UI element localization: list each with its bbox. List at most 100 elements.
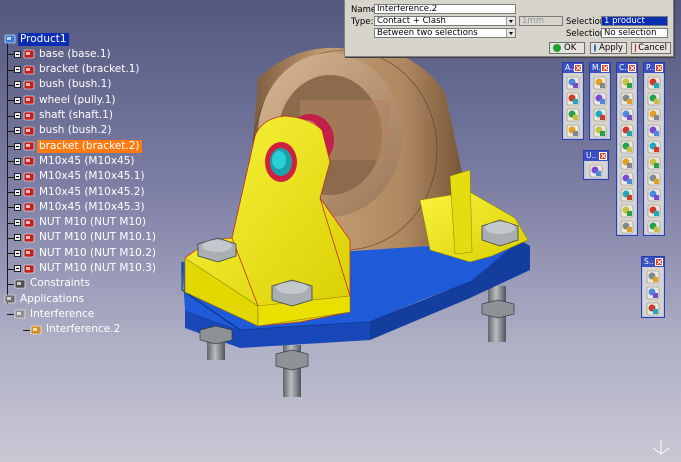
selection1-field[interactable]: 1 product	[601, 16, 668, 26]
toolbar-s[interactable]: S..	[641, 256, 665, 318]
tree-item-product1[interactable]: Product1	[4, 32, 69, 46]
tree-item-nut3[interactable]: NUT M10 (NUT M10.3)	[7, 262, 158, 276]
part-icon	[23, 94, 35, 106]
tree-connector	[7, 130, 14, 132]
toolbar-m[interactable]: M..	[589, 62, 611, 140]
tree-item-nut2[interactable]: NUT M10 (NUT M10.2)	[7, 246, 158, 260]
toolbar-a[interactable]: A..	[562, 62, 584, 140]
tree-item-label: base (base.1)	[39, 47, 111, 60]
product-icon	[4, 33, 16, 45]
ok-button[interactable]: OK	[549, 42, 585, 54]
close-icon[interactable]	[601, 64, 609, 72]
expand-toggle[interactable]	[14, 81, 21, 89]
symmetry-icon[interactable]	[647, 204, 661, 218]
expand-toggle[interactable]	[14, 219, 21, 227]
close-icon[interactable]	[655, 258, 663, 266]
tree-item-nut[interactable]: NUT M10 (NUT M10)	[7, 216, 148, 230]
simulation-icon[interactable]	[620, 156, 634, 170]
close-icon[interactable]	[655, 64, 663, 72]
tree-item-base[interactable]: base (base.1)	[7, 47, 113, 61]
manage-representation-icon[interactable]	[647, 220, 661, 234]
apply-button[interactable]: Apply	[590, 42, 627, 54]
tree-item-bracket1[interactable]: bracket (bracket.1)	[7, 63, 142, 77]
expand-toggle[interactable]	[14, 50, 21, 58]
tree-item-m10x45_2[interactable]: M10x45 (M10x45.2)	[7, 185, 147, 199]
tree-item-shaft[interactable]: shaft (shaft.1)	[7, 109, 115, 123]
type-select[interactable]: Contact + Clash	[374, 16, 516, 26]
tree-item-m10x45_1[interactable]: M10x45 (M10x45.1)	[7, 170, 147, 184]
tree-item-interference2[interactable]: Interference.2	[23, 323, 122, 337]
tree-item-bracket2[interactable]: bracket (bracket.2)	[7, 139, 142, 153]
expand-toggle[interactable]	[14, 265, 21, 272]
tree-item-m10x45_3[interactable]: M10x45 (M10x45.3)	[7, 200, 147, 214]
space-analysis-icon[interactable]	[646, 270, 660, 284]
ok-icon	[553, 44, 561, 52]
computation-mode-select[interactable]: Between two selections	[374, 28, 516, 38]
tree-item-bush1[interactable]: bush (bush.1)	[7, 78, 113, 92]
move-icon[interactable]	[593, 76, 607, 90]
tree-item-m10x45[interactable]: M10x45 (M10x45)	[7, 154, 137, 168]
update-icon[interactable]	[589, 164, 603, 178]
new-product-icon[interactable]	[647, 92, 661, 106]
clash-icon[interactable]	[620, 76, 634, 90]
interference-result-icon	[30, 324, 42, 336]
rotate-icon[interactable]	[593, 124, 607, 138]
toolbar-u[interactable]: U..	[583, 150, 609, 180]
front-bracket-part[interactable]	[184, 115, 351, 327]
tree-item-wheel[interactable]: wheel (pully.1)	[7, 93, 118, 107]
assembly-constraint-icon[interactable]	[566, 76, 580, 90]
new-part-icon[interactable]	[647, 108, 661, 122]
expand-toggle[interactable]	[14, 234, 21, 242]
expand-toggle[interactable]	[14, 66, 21, 74]
close-icon[interactable]	[574, 64, 582, 72]
expand-toggle[interactable]	[14, 142, 21, 150]
distance-icon[interactable]	[620, 108, 634, 122]
manipulation-icon[interactable]	[566, 92, 580, 106]
contact-icon[interactable]	[620, 92, 634, 106]
tree-item-nut1[interactable]: NUT M10 (NUT M10.1)	[7, 231, 158, 245]
sectioning-tool-icon[interactable]	[646, 286, 660, 300]
multi-instantiate-icon[interactable]	[647, 156, 661, 170]
toolbar-p[interactable]: P..	[643, 62, 665, 236]
tree-item-interference[interactable]: Interference	[7, 307, 96, 321]
tree-item-label: Product1	[18, 32, 69, 46]
measure-icon[interactable]	[620, 140, 634, 154]
translate-icon[interactable]	[593, 108, 607, 122]
part-icon	[23, 217, 35, 229]
reuse-pattern-icon[interactable]	[647, 188, 661, 202]
expand-toggle[interactable]	[14, 188, 21, 196]
expand-toggle[interactable]	[14, 203, 21, 211]
expand-toggle[interactable]	[14, 157, 21, 165]
annotation-icon[interactable]	[620, 188, 634, 202]
graph-icon[interactable]	[646, 302, 660, 316]
compare-icon[interactable]	[620, 172, 634, 186]
computation-mode-value: Between two selections	[377, 28, 478, 38]
name-field[interactable]: Interference.2	[374, 4, 516, 14]
compass-icon[interactable]	[593, 92, 607, 106]
expand-toggle[interactable]	[14, 249, 21, 257]
replace-component-icon[interactable]	[647, 124, 661, 138]
close-icon[interactable]	[599, 152, 607, 160]
sectioning-icon[interactable]	[620, 124, 634, 138]
tree-item-applications[interactable]: Applications	[4, 292, 86, 306]
toolbar-c[interactable]: C..	[616, 62, 638, 236]
close-icon[interactable]	[628, 64, 636, 72]
expand-toggle[interactable]	[14, 96, 21, 104]
clearance-field[interactable]: 1mm	[519, 16, 563, 26]
selection2-field[interactable]: No selection	[601, 28, 668, 38]
expand-toggle[interactable]	[14, 127, 21, 135]
explode-icon[interactable]	[566, 124, 580, 138]
existing-component-icon[interactable]	[647, 76, 661, 90]
tree-item-bush2[interactable]: bush (bush.2)	[7, 124, 113, 138]
view-icon[interactable]	[620, 220, 634, 234]
fast-multi-instantiate-icon[interactable]	[647, 172, 661, 186]
expand-toggle[interactable]	[14, 112, 21, 119]
reorder-icon[interactable]	[647, 140, 661, 154]
tree-item-label: NUT M10 (NUT M10.2)	[39, 246, 156, 259]
expand-toggle[interactable]	[14, 173, 21, 181]
snap-icon[interactable]	[566, 108, 580, 122]
tree-item-constraints[interactable]: Constraints	[7, 277, 92, 291]
specification-tree[interactable]: Product1 base (base.1) bracket (bracket.1)…	[0, 32, 200, 352]
cancel-button[interactable]: Cancel	[631, 42, 671, 54]
apply-material-icon[interactable]	[620, 204, 634, 218]
